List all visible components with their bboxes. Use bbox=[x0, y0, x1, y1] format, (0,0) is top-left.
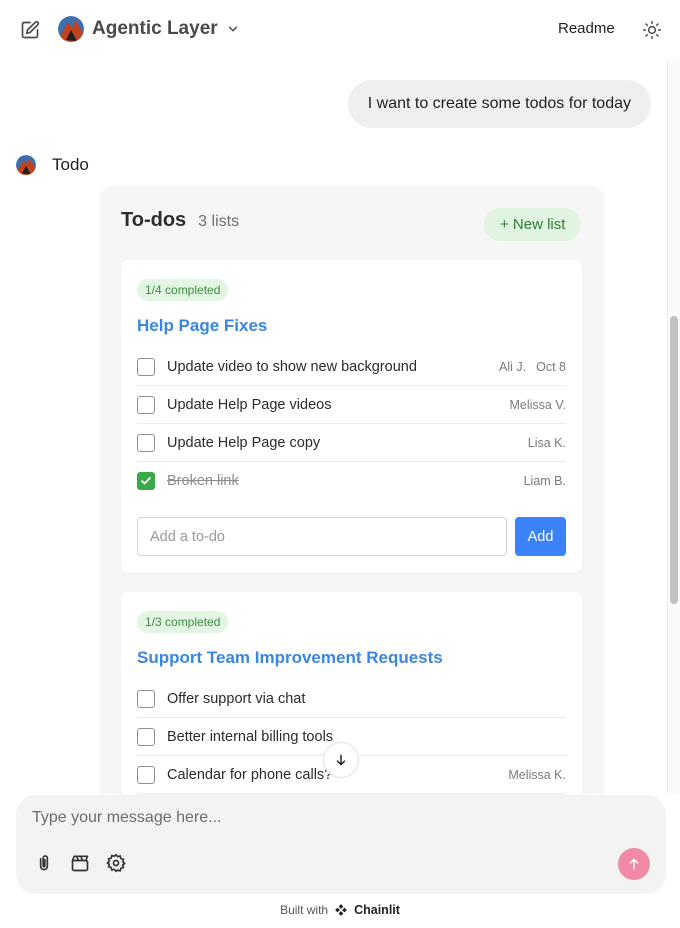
chainlit-logo-icon bbox=[335, 904, 347, 916]
send-button[interactable] bbox=[618, 848, 650, 880]
todo-text[interactable]: Broken link bbox=[167, 473, 524, 489]
assistant-name: Todo bbox=[52, 155, 89, 174]
todo-date: Oct 8 bbox=[536, 359, 566, 374]
todo-text[interactable]: Update Help Page videos bbox=[167, 397, 509, 413]
add-todo-button[interactable]: Add bbox=[515, 517, 566, 556]
message-composer bbox=[16, 795, 666, 894]
arrow-up-icon bbox=[629, 858, 639, 870]
todo-checkbox[interactable] bbox=[137, 689, 155, 708]
todo-assignee: Ali J. bbox=[499, 359, 527, 374]
theme-toggle-button[interactable] bbox=[638, 16, 666, 44]
todo-item: Update Help Page videos Melissa V. bbox=[137, 386, 566, 424]
todo-text[interactable]: Offer support via chat bbox=[167, 691, 566, 707]
new-chat-button[interactable] bbox=[16, 16, 44, 44]
todo-widget: To-dos 3 lists + New list 1/4 completed … bbox=[101, 187, 603, 794]
todo-checkbox-checked[interactable] bbox=[137, 472, 155, 490]
todo-assignee: Lisa K. bbox=[527, 435, 566, 450]
todo-assignee: Liam B. bbox=[523, 474, 566, 488]
scroll-to-bottom-button[interactable] bbox=[323, 742, 359, 778]
todo-list-card: 1/4 completed Help Page Fixes Update vid… bbox=[121, 260, 582, 573]
app-switcher[interactable]: Agentic Layer bbox=[58, 16, 240, 42]
sun-icon bbox=[642, 20, 662, 40]
todo-text[interactable]: Update Help Page copy bbox=[167, 435, 528, 451]
todo-widget-header: To-dos 3 lists bbox=[121, 209, 239, 232]
built-with-label: Built with bbox=[280, 903, 329, 917]
todo-assignee: Melissa K. bbox=[508, 767, 566, 782]
readme-button[interactable]: Readme bbox=[548, 18, 625, 39]
add-todo-input[interactable] bbox=[137, 517, 507, 556]
app-title: Agentic Layer bbox=[92, 18, 218, 39]
header: Agentic Layer Readme bbox=[0, 0, 680, 60]
todo-checkbox[interactable] bbox=[137, 727, 155, 746]
assistant-header: Todo bbox=[16, 155, 89, 175]
todo-checkbox[interactable] bbox=[137, 433, 155, 452]
check-icon bbox=[141, 477, 151, 485]
clapperboard-icon bbox=[71, 855, 89, 872]
todo-item: Update Help Page copy Lisa K. bbox=[137, 424, 566, 462]
list-count: 3 lists bbox=[198, 213, 240, 230]
todo-assignee: Melissa V. bbox=[509, 397, 566, 412]
clapper-button[interactable] bbox=[68, 851, 92, 875]
todo-item: Offer support via chat bbox=[137, 680, 566, 718]
attach-button[interactable] bbox=[32, 851, 56, 875]
completion-badge: 1/3 completed bbox=[137, 611, 229, 633]
todo-item: Broken link Liam B. bbox=[137, 462, 566, 500]
chainlit-brand-link[interactable]: Chainlit bbox=[354, 903, 400, 917]
new-list-button[interactable]: + New list bbox=[484, 208, 582, 241]
footer: Built with Chainlit bbox=[0, 900, 680, 920]
message-input[interactable] bbox=[32, 807, 622, 829]
todo-checkbox[interactable] bbox=[137, 395, 155, 414]
gear-icon bbox=[106, 853, 126, 873]
todo-checkbox[interactable] bbox=[137, 765, 155, 784]
todo-item: Update video to show new background Ali … bbox=[137, 348, 566, 386]
assistant-avatar bbox=[16, 155, 36, 175]
arrow-down-icon bbox=[336, 754, 346, 766]
todo-meta: Ali J. Oct 8 bbox=[499, 360, 566, 374]
todo-checkbox[interactable] bbox=[137, 357, 155, 376]
todo-text[interactable]: Better internal billing tools bbox=[167, 729, 566, 745]
todo-title: To-dos bbox=[121, 209, 187, 231]
user-message: I want to create some todos for today bbox=[347, 80, 651, 128]
edit-icon bbox=[21, 20, 40, 39]
completion-badge: 1/4 completed bbox=[137, 279, 229, 301]
todo-text[interactable]: Update video to show new background bbox=[167, 359, 499, 375]
list-title[interactable]: Support Team Improvement Requests bbox=[137, 648, 443, 668]
settings-button[interactable] bbox=[104, 851, 128, 875]
paperclip-icon bbox=[39, 855, 49, 871]
list-title[interactable]: Help Page Fixes bbox=[137, 316, 267, 336]
chevron-down-icon bbox=[228, 26, 237, 32]
scrollbar-thumb[interactable] bbox=[670, 316, 678, 604]
app-avatar bbox=[58, 16, 84, 42]
